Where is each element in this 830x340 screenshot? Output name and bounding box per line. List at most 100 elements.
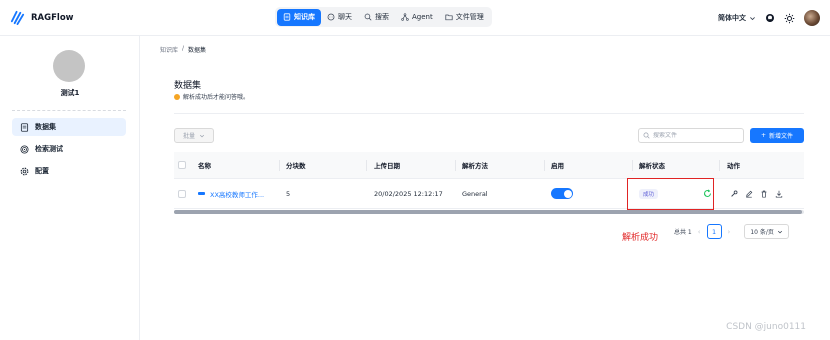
main-nav: 知识库 聊天 搜索 Agent 文件管理 — [275, 7, 492, 27]
wrench-icon[interactable] — [730, 190, 738, 198]
previous-page-icon[interactable]: ‹ — [698, 228, 701, 236]
database-icon — [283, 13, 291, 21]
app-logo[interactable]: RAGFlow — [10, 10, 74, 25]
nav-item-search[interactable]: 搜索 — [358, 9, 395, 26]
actions-cell — [730, 179, 783, 208]
sidebar-divider — [12, 110, 126, 111]
column-separator — [366, 160, 367, 171]
header-tools: 简体中文 — [718, 8, 820, 28]
sidebar-item-configuration[interactable]: 配置 — [12, 162, 126, 180]
download-icon[interactable] — [775, 190, 783, 198]
document-icon — [20, 122, 29, 132]
gear-icon — [20, 167, 29, 175]
upload-date: 20/02/2025 12:12:17 — [374, 189, 443, 198]
page-subtitle-text: 解析成功后才能问答哦。 — [183, 94, 250, 101]
annotation-highlight-box — [627, 178, 714, 210]
edit-icon[interactable] — [745, 190, 753, 198]
next-page-icon[interactable]: › — [728, 228, 731, 236]
sidebar-item-label: 检索测试 — [35, 145, 63, 153]
header-enabled: 启用 — [551, 162, 564, 170]
horizontal-scrollbar[interactable] — [174, 210, 804, 214]
scrollbar-thumb[interactable] — [174, 210, 802, 214]
nav-label: Agent — [412, 13, 433, 21]
page-subtitle: 解析成功后才能问答哦。 — [174, 92, 249, 101]
enabled-cell — [551, 179, 573, 208]
knowledge-base-name: 测试1 — [60, 89, 80, 97]
table-header: 名称 分块数 上传日期 解析方法 启用 解析状态 动作 — [174, 152, 804, 179]
pagination: 总共 1 ‹ 1 › 10 条/页 — [674, 224, 789, 239]
knowledge-base-avatar — [53, 50, 85, 82]
file-name-link[interactable]: XX高校教师工作... — [198, 179, 264, 208]
sidebar-item-label: 配置 — [35, 167, 49, 175]
parse-method[interactable]: General — [462, 179, 488, 208]
breadcrumb-current: 数据集 — [188, 47, 207, 54]
row-actions — [730, 190, 783, 198]
page-title: 数据集 — [174, 81, 202, 91]
agent-icon — [401, 13, 409, 21]
breadcrumb-separator: / — [182, 45, 185, 52]
search-icon — [643, 132, 650, 139]
file-name: XX高校教师工作... — [210, 190, 265, 199]
trash-icon[interactable] — [760, 190, 768, 198]
enabled-toggle[interactable] — [551, 188, 573, 199]
select-all-checkbox[interactable] — [178, 161, 186, 169]
column-separator — [279, 160, 280, 171]
app-name: RAGFlow — [31, 12, 74, 23]
header-name[interactable]: 名称 — [198, 152, 211, 178]
sidebar-item-dataset[interactable]: 数据集 — [12, 118, 126, 136]
nav-label: 知识库 — [294, 13, 315, 21]
header-chunks[interactable]: 分块数 — [286, 152, 306, 178]
add-file-label: 新增文件 — [769, 133, 794, 140]
column-separator — [719, 160, 720, 171]
header-actions: 动作 — [727, 162, 740, 170]
nav-item-knowledge-base[interactable]: 知识库 — [277, 8, 321, 26]
column-separator — [544, 160, 545, 171]
chevron-down-icon — [199, 134, 205, 137]
column-separator — [632, 160, 633, 171]
batch-dropdown[interactable]: 批量 — [174, 128, 214, 143]
target-icon — [20, 144, 29, 154]
nav-item-chat[interactable]: 聊天 — [321, 9, 358, 26]
breadcrumb-root-link[interactable]: 知识库 — [160, 45, 178, 54]
chat-icon — [327, 13, 335, 21]
sidebar-item-label: 数据集 — [35, 123, 56, 131]
row-select-cell — [178, 179, 186, 208]
lightbulb-icon — [174, 93, 180, 100]
select-all-cell — [178, 152, 186, 178]
nav-label: 文件管理 — [455, 13, 484, 21]
annotation-label: 解析成功 — [622, 233, 659, 243]
page-size-selector[interactable]: 10 条/页 — [744, 224, 789, 239]
sidebar: 测试1 数据集 检索测试 配置 — [0, 36, 140, 340]
nav-label: 聊天 — [338, 13, 352, 21]
watermark: CSDN @juno0111 — [726, 322, 806, 332]
page-size-label: 10 条/页 — [750, 229, 774, 236]
column-separator — [455, 160, 456, 171]
total-count: 总共 1 — [674, 229, 692, 236]
nav-item-file-management[interactable]: 文件管理 — [439, 9, 490, 26]
header-upload-date[interactable]: 上传日期 — [374, 152, 400, 178]
ragflow-logo-icon — [10, 10, 25, 25]
sidebar-item-retrieval-test[interactable]: 检索测试 — [12, 140, 126, 158]
github-icon[interactable] — [765, 13, 775, 23]
chevron-down-icon — [777, 230, 782, 233]
header-parse-status: 解析状态 — [639, 162, 665, 170]
folder-icon — [445, 14, 453, 21]
nav-item-agent[interactable]: Agent — [395, 9, 439, 26]
add-file-button[interactable]: + 新增文件 — [750, 128, 804, 143]
header-divider — [174, 113, 804, 114]
top-bar: RAGFlow 知识库 聊天 搜索 Agent 文件管理 简体中文 — [0, 0, 830, 36]
batch-label: 批量 — [182, 133, 195, 140]
breadcrumb: 知识库 / 数据集 — [160, 45, 206, 54]
chunk-count: 5 — [286, 189, 291, 198]
language-selector[interactable]: 简体中文 — [718, 13, 756, 23]
row-checkbox[interactable] — [178, 189, 186, 198]
language-label: 简体中文 — [718, 14, 746, 22]
file-search — [638, 128, 744, 143]
user-avatar[interactable] — [804, 10, 820, 26]
search-input[interactable] — [653, 132, 743, 139]
search-icon — [364, 13, 372, 21]
plus-icon: + — [760, 132, 766, 139]
page-number-button[interactable]: 1 — [706, 224, 722, 239]
sun-icon[interactable] — [784, 13, 795, 24]
nav-label: 搜索 — [375, 13, 389, 21]
